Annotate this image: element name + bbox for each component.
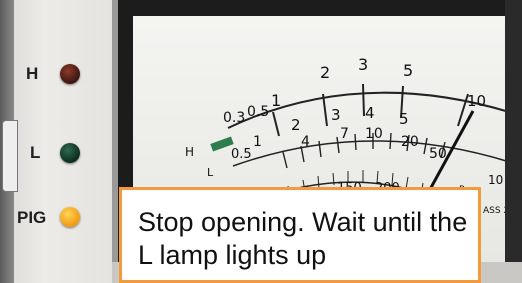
lamp-panel: H L PIG: [0, 0, 112, 283]
lamp-pig-indicator: [60, 207, 80, 227]
second-scale-0-5: 0.5: [247, 104, 269, 120]
top-scale-3: 3: [358, 55, 368, 74]
third-scale-10: 10: [365, 126, 383, 142]
caption-box: Stop opening. Wait until the L lamp ligh…: [119, 187, 481, 283]
lamp-l-label: L: [30, 143, 41, 162]
lamp-h-indicator: [60, 64, 80, 84]
third-scale-7: 7: [340, 126, 349, 142]
mark-l-text: L: [207, 166, 214, 179]
photo-scene: H L 1 2 3 5 10 0.3 0.5 2 3 4 5 0.5 1 4 7…: [0, 0, 522, 283]
meter-bezel-right: [505, 0, 522, 283]
top-scale-2: 2: [320, 63, 330, 82]
top-scale-1: 1: [271, 91, 281, 110]
third-scale-50: 50: [429, 146, 447, 162]
top-scale-5: 5: [403, 61, 413, 80]
lamp-pig-label: PIG: [17, 208, 47, 227]
second-scale-2: 2: [291, 116, 301, 134]
second-scale-4: 4: [365, 104, 375, 122]
scale-arc-middle: [232, 140, 522, 167]
second-scale-5: 5: [399, 110, 409, 128]
caption-text: Stop opening. Wait until the L lamp ligh…: [138, 207, 468, 270]
mark-h-text: H: [185, 145, 194, 159]
third-scale-1: 1: [253, 134, 262, 150]
third-scale-20: 20: [401, 134, 419, 150]
third-scale-0-5: 0.5: [231, 147, 252, 162]
second-scale-3: 3: [331, 106, 341, 124]
top-scale-10: 10: [467, 92, 486, 110]
second-scale-0-3: 0.3: [223, 110, 245, 126]
lamp-l-indicator: [60, 143, 80, 163]
lamp-h-label: H: [26, 64, 39, 83]
left-edge-scale: [2, 120, 18, 192]
third-scale-4: 4: [301, 134, 310, 150]
